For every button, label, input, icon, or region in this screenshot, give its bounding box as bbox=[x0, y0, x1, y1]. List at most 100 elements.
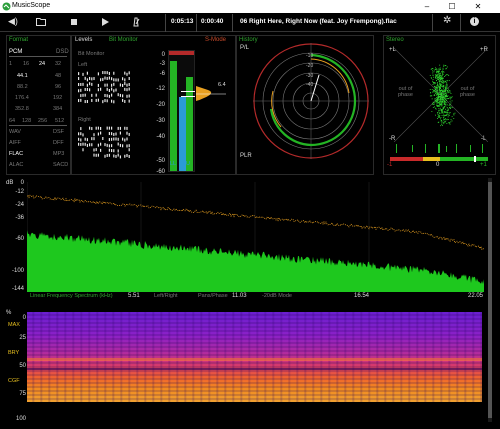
stereo-dot bbox=[449, 90, 451, 92]
metronome-icon[interactable] bbox=[132, 17, 140, 27]
bit-dot bbox=[104, 143, 106, 147]
stereo-dot bbox=[446, 107, 448, 109]
stereo-dot bbox=[441, 115, 443, 116]
stereo-dot bbox=[440, 85, 442, 87]
bit-dot bbox=[80, 94, 82, 98]
stereo-dot bbox=[442, 81, 444, 83]
stereo-dot bbox=[446, 93, 448, 95]
bit-dot bbox=[102, 77, 104, 81]
bit-dot bbox=[86, 100, 88, 104]
stereo-dot bbox=[436, 82, 438, 84]
stereo-dot bbox=[446, 66, 448, 68]
stereo-dot bbox=[437, 84, 439, 86]
out-of-phase-left: out of phase bbox=[398, 86, 413, 98]
bit-dot bbox=[86, 83, 88, 87]
stereo-dot bbox=[450, 106, 452, 108]
stereo-dot bbox=[437, 92, 439, 94]
stereo-dot bbox=[438, 69, 440, 71]
bit-dot bbox=[78, 89, 80, 93]
stereo-dot bbox=[433, 69, 435, 71]
stereo-dot bbox=[444, 106, 445, 107]
stereo-dot bbox=[438, 98, 440, 100]
stereo-dot bbox=[440, 96, 442, 98]
info-icon[interactable]: i bbox=[470, 17, 479, 26]
bit-dot bbox=[97, 132, 99, 136]
stereo-dot bbox=[439, 96, 441, 98]
bit-dot bbox=[128, 77, 130, 81]
stereo-dot bbox=[439, 116, 440, 118]
stereo-dot bbox=[445, 88, 447, 90]
stereo-dot bbox=[448, 88, 449, 90]
left-right-option[interactable]: Left/Right bbox=[154, 293, 178, 299]
maximize-button[interactable]: ☐ bbox=[444, 0, 460, 13]
bit-dot bbox=[78, 83, 80, 87]
format-panel: Format PCM DSD 1 16 24 32 44.1 48 88.2 9… bbox=[6, 35, 71, 175]
folder-icon[interactable] bbox=[36, 17, 46, 26]
stereo-dot bbox=[430, 68, 432, 70]
stereo-dot bbox=[446, 102, 448, 104]
stereo-dot bbox=[441, 98, 442, 100]
pans-phase-option[interactable]: Pans/Phase bbox=[198, 293, 228, 299]
stereo-dot bbox=[442, 74, 444, 75]
bit-dot bbox=[117, 137, 119, 141]
spectrum-mode-label[interactable]: Linear Frequency Spectrum (kHz) bbox=[30, 293, 113, 299]
stereo-dot bbox=[442, 109, 444, 110]
s-mode-button[interactable]: S-Mode bbox=[205, 37, 226, 43]
bit-dot bbox=[84, 100, 86, 104]
levels-mode-button[interactable]: Bit Monitor bbox=[109, 37, 138, 43]
stereo-dot bbox=[438, 114, 439, 116]
stereo-dot bbox=[447, 112, 449, 114]
stereo-title: Stereo bbox=[386, 37, 404, 43]
stereo-dot bbox=[436, 72, 438, 74]
bit-dot bbox=[126, 72, 128, 76]
stereo-dot bbox=[436, 70, 438, 72]
stereo-dot bbox=[445, 89, 447, 91]
stereo-dot bbox=[439, 81, 441, 83]
stereo-dot bbox=[454, 112, 456, 114]
stereo-dot bbox=[437, 118, 438, 119]
title-bar: MusicScope – ☐ ✕ bbox=[0, 0, 500, 13]
bit-dot bbox=[122, 98, 124, 102]
stereo-dot bbox=[446, 82, 448, 84]
bit-dot bbox=[104, 76, 106, 80]
scrollbar[interactable] bbox=[488, 178, 492, 422]
minimize-button[interactable]: – bbox=[419, 0, 435, 13]
bit-dot bbox=[82, 72, 84, 76]
stereo-dot bbox=[435, 107, 436, 109]
bit-dot bbox=[84, 93, 86, 97]
bit-dot bbox=[115, 78, 117, 82]
elapsed-time: 0:05:13 bbox=[171, 18, 194, 25]
stereo-dot bbox=[433, 76, 435, 78]
stereo-dot bbox=[444, 87, 446, 89]
stereo-dot bbox=[442, 91, 444, 93]
bit-dot bbox=[106, 76, 108, 80]
stereo-dot bbox=[442, 94, 444, 95]
stop-icon[interactable] bbox=[71, 19, 77, 25]
settings-gear-icon[interactable]: ✲ bbox=[443, 15, 451, 26]
stereo-dot bbox=[442, 83, 444, 85]
play-icon[interactable] bbox=[102, 18, 109, 26]
stereo-dot bbox=[442, 91, 443, 92]
stereo-dot bbox=[436, 75, 437, 77]
bit-dot bbox=[108, 94, 110, 98]
stereo-dot bbox=[445, 93, 447, 94]
spectrum-panel: dB 0 -12 -24 -36 -60 -100 -144 Linear Fr… bbox=[6, 178, 486, 302]
bit-dot bbox=[108, 148, 110, 152]
stereo-dot bbox=[439, 102, 441, 104]
bit-dot bbox=[111, 126, 113, 130]
close-button[interactable]: ✕ bbox=[470, 0, 486, 13]
bit-dot bbox=[108, 126, 110, 130]
bit-dot bbox=[104, 154, 106, 158]
stereo-dot bbox=[443, 87, 444, 89]
stereo-dot bbox=[432, 101, 434, 103]
spectrogram-plot bbox=[27, 312, 482, 402]
bit-dot bbox=[91, 137, 93, 141]
stereo-dot bbox=[440, 96, 442, 97]
stereo-dot bbox=[432, 68, 434, 70]
stereo-dot bbox=[438, 116, 439, 118]
stereo-dot bbox=[448, 80, 450, 81]
bit-dot bbox=[93, 137, 95, 141]
stereo-dot bbox=[441, 84, 443, 86]
minus-20db-mode-option[interactable]: -20dB Mode bbox=[262, 293, 292, 299]
volume-icon[interactable]: ◀) bbox=[8, 16, 18, 27]
